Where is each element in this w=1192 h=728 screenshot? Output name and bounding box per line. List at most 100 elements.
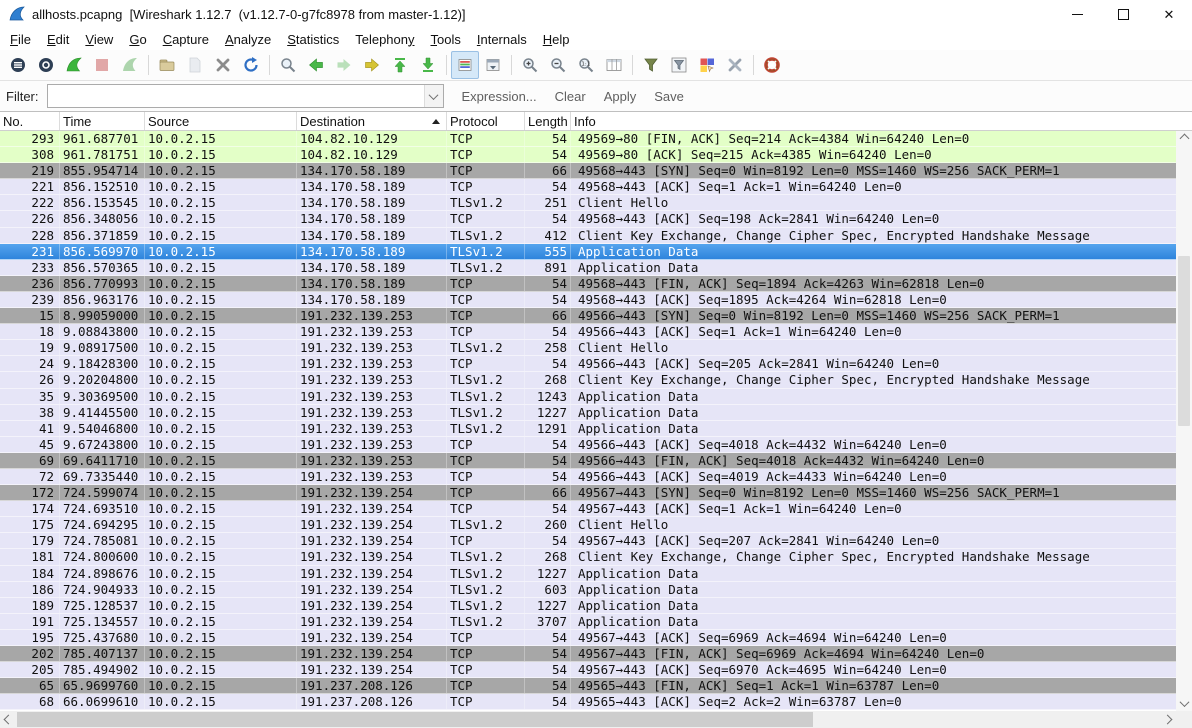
packet-row[interactable]: 202785.40713710.0.2.15191.232.139.254TCP… — [0, 646, 1176, 662]
menu-telephony[interactable]: Telephony — [347, 30, 422, 49]
preferences-button[interactable] — [721, 51, 749, 79]
packet-row[interactable]: 226856.34805610.0.2.15134.170.58.189TCP5… — [0, 211, 1176, 227]
filter-dropdown-button[interactable] — [424, 85, 443, 107]
scroll-down-button[interactable] — [1176, 696, 1192, 711]
menu-help[interactable]: Help — [535, 30, 578, 49]
colorize-packets-button[interactable] — [451, 51, 479, 79]
packet-row[interactable]: 189725.12853710.0.2.15191.232.139.254TLS… — [0, 598, 1176, 614]
column-header-source[interactable]: Source — [145, 112, 297, 130]
expression-button[interactable]: Expression... — [462, 89, 537, 104]
save-button[interactable]: Save — [654, 89, 684, 104]
menu-edit[interactable]: Edit — [39, 30, 77, 49]
packet-row[interactable]: 6866.069961010.0.2.15191.237.208.126TCP5… — [0, 694, 1176, 710]
packet-row[interactable]: 205785.49490210.0.2.15191.232.139.254TCP… — [0, 662, 1176, 678]
packet-row[interactable]: 172724.59907410.0.2.15191.232.139.254TCP… — [0, 485, 1176, 501]
packet-row[interactable]: 419.5404680010.0.2.15191.232.139.253TLSv… — [0, 421, 1176, 437]
scroll-right-button[interactable] — [1159, 711, 1176, 728]
find-packet-button[interactable] — [274, 51, 302, 79]
apply-button[interactable]: Apply — [604, 89, 637, 104]
zoom-in-button[interactable] — [516, 51, 544, 79]
close-button[interactable]: ✕ — [1146, 0, 1192, 28]
packet-row[interactable]: 181724.80060010.0.2.15191.232.139.254TLS… — [0, 549, 1176, 565]
packet-row[interactable]: 308961.78175110.0.2.15104.82.10.129TCP54… — [0, 147, 1176, 163]
file-save-button[interactable] — [181, 51, 209, 79]
menu-go[interactable]: Go — [121, 30, 154, 49]
packet-row[interactable]: 191725.13455710.0.2.15191.232.139.254TLS… — [0, 614, 1176, 630]
capture-options-button[interactable] — [32, 51, 60, 79]
packet-row[interactable]: 195725.43768010.0.2.15191.232.139.254TCP… — [0, 630, 1176, 646]
packet-row[interactable]: 222856.15354510.0.2.15134.170.58.189TLSv… — [0, 195, 1176, 211]
maximize-button[interactable] — [1100, 0, 1146, 28]
column-header-no[interactable]: No. — [0, 112, 60, 130]
horizontal-scrollbar-thumb[interactable] — [17, 712, 813, 727]
menu-file[interactable]: File — [2, 30, 39, 49]
go-to-packet-button[interactable] — [358, 51, 386, 79]
packet-row[interactable]: 269.2020480010.0.2.15191.232.139.253TLSv… — [0, 372, 1176, 388]
packet-row[interactable]: 236856.77099310.0.2.15134.170.58.189TCP5… — [0, 276, 1176, 292]
packet-row[interactable]: 186724.90493310.0.2.15191.232.139.254TLS… — [0, 582, 1176, 598]
packet-row[interactable]: 459.6724380010.0.2.15191.232.139.253TCP5… — [0, 437, 1176, 453]
packet-row[interactable]: 179724.78508110.0.2.15191.232.139.254TCP… — [0, 533, 1176, 549]
packet-row[interactable]: 6969.641171010.0.2.15191.232.139.253TCP5… — [0, 453, 1176, 469]
zoom-out-button[interactable] — [544, 51, 572, 79]
packet-row[interactable]: 221856.15251010.0.2.15134.170.58.189TCP5… — [0, 179, 1176, 195]
cell-src: 10.0.2.15 — [145, 646, 297, 661]
column-header-destination[interactable]: Destination — [297, 112, 447, 130]
packet-row[interactable]: 158.9905900010.0.2.15191.232.139.253TCP6… — [0, 308, 1176, 324]
menu-internals[interactable]: Internals — [469, 30, 535, 49]
scroll-left-button[interactable] — [0, 711, 17, 728]
packet-row[interactable]: 219855.95471410.0.2.15134.170.58.189TCP6… — [0, 163, 1176, 179]
minimize-button[interactable] — [1054, 0, 1100, 28]
column-header-info[interactable]: Info — [571, 112, 1192, 130]
scroll-up-button[interactable] — [1176, 131, 1192, 146]
menu-statistics[interactable]: Statistics — [279, 30, 347, 49]
vertical-scrollbar-thumb[interactable] — [1178, 256, 1190, 426]
packet-row[interactable]: 359.3036950010.0.2.15191.232.139.253TLSv… — [0, 389, 1176, 405]
cell-src: 10.0.2.15 — [145, 421, 297, 436]
capture-start-button[interactable] — [60, 51, 88, 79]
cell-time: 856.570365 — [60, 260, 145, 275]
coloring-rules-button[interactable] — [693, 51, 721, 79]
capture-restart-button[interactable] — [116, 51, 144, 79]
menu-capture[interactable]: Capture — [155, 30, 217, 49]
packet-row[interactable]: 174724.69351010.0.2.15191.232.139.254TCP… — [0, 501, 1176, 517]
packet-row[interactable]: 231856.56997010.0.2.15134.170.58.189TLSv… — [0, 244, 1176, 260]
packet-row[interactable]: 7269.733544010.0.2.15191.232.139.253TCP5… — [0, 469, 1176, 485]
packet-row[interactable]: 233856.57036510.0.2.15134.170.58.189TLSv… — [0, 260, 1176, 276]
packet-row[interactable]: 228856.37185910.0.2.15134.170.58.189TLSv… — [0, 228, 1176, 244]
horizontal-scrollbar[interactable] — [0, 711, 1192, 728]
capture-stop-button[interactable] — [88, 51, 116, 79]
zoom-100-button[interactable]: 1:1 — [572, 51, 600, 79]
column-header-length[interactable]: Length — [525, 112, 571, 130]
display-filter-button[interactable] — [665, 51, 693, 79]
column-header-time[interactable]: Time — [60, 112, 145, 130]
go-forward-button[interactable] — [330, 51, 358, 79]
packet-row[interactable]: 199.0891750010.0.2.15191.232.139.253TLSv… — [0, 340, 1176, 356]
clear-button[interactable]: Clear — [555, 89, 586, 104]
menu-analyze[interactable]: Analyze — [217, 30, 279, 49]
packet-row[interactable]: 239856.96317610.0.2.15134.170.58.189TCP5… — [0, 292, 1176, 308]
packet-row[interactable]: 189.0884380010.0.2.15191.232.139.253TCP5… — [0, 324, 1176, 340]
packet-row[interactable]: 389.4144550010.0.2.15191.232.139.253TLSv… — [0, 405, 1176, 421]
go-back-button[interactable] — [302, 51, 330, 79]
filter-input[interactable] — [48, 85, 424, 107]
list-interfaces-button[interactable] — [4, 51, 32, 79]
packet-row[interactable]: 6565.969976010.0.2.15191.237.208.126TCP5… — [0, 678, 1176, 694]
file-open-button[interactable] — [153, 51, 181, 79]
capture-filter-button[interactable] — [637, 51, 665, 79]
packet-row[interactable]: 175724.69429510.0.2.15191.232.139.254TLS… — [0, 517, 1176, 533]
auto-scroll-button[interactable] — [479, 51, 507, 79]
menu-view[interactable]: View — [77, 30, 121, 49]
packet-row[interactable]: 249.1842830010.0.2.15191.232.139.253TCP5… — [0, 356, 1176, 372]
go-to-bottom-button[interactable] — [414, 51, 442, 79]
packet-row[interactable]: 293961.68770110.0.2.15104.82.10.129TCP54… — [0, 131, 1176, 147]
resize-columns-button[interactable] — [600, 51, 628, 79]
menu-tools[interactable]: Tools — [423, 30, 469, 49]
vertical-scrollbar[interactable] — [1176, 131, 1192, 711]
go-to-top-button[interactable] — [386, 51, 414, 79]
file-close-button[interactable] — [209, 51, 237, 79]
column-header-protocol[interactable]: Protocol — [447, 112, 525, 130]
packet-row[interactable]: 184724.89867610.0.2.15191.232.139.254TLS… — [0, 566, 1176, 582]
reload-button[interactable] — [237, 51, 265, 79]
help-button[interactable] — [758, 51, 786, 79]
